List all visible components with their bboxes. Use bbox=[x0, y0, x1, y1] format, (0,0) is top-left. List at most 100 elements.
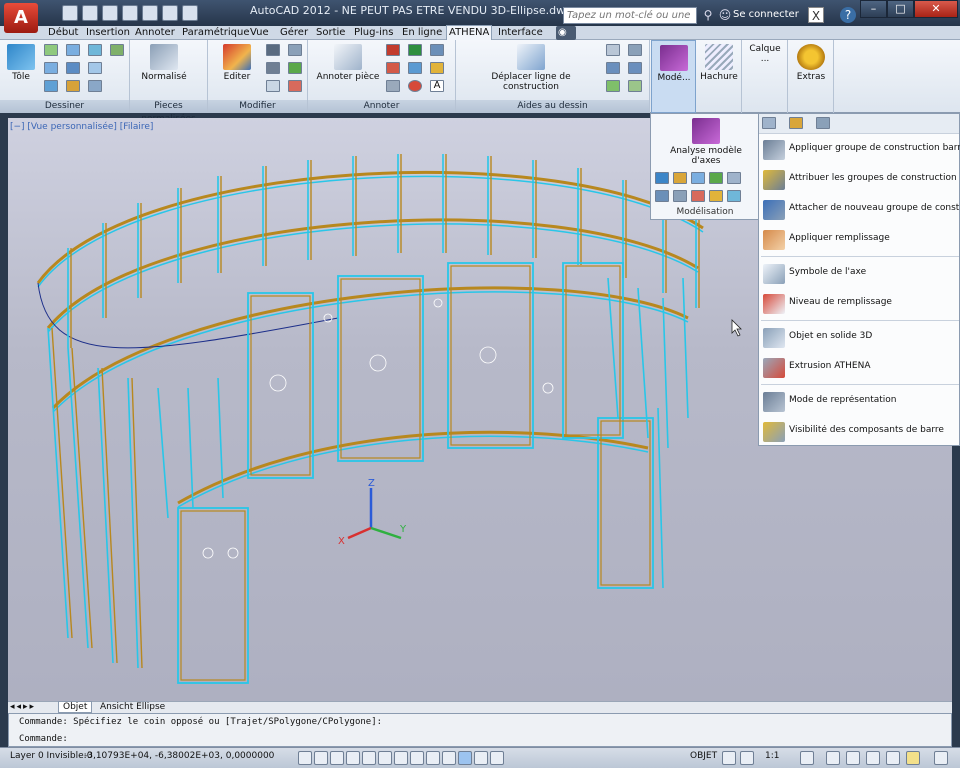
section-icon[interactable] bbox=[266, 44, 280, 56]
layout-tab-ansicht[interactable]: Ansicht Ellipse bbox=[96, 702, 169, 712]
new-file-icon[interactable] bbox=[62, 5, 78, 21]
quick-properties-icon[interactable] bbox=[490, 751, 504, 765]
grid-snap-icon[interactable] bbox=[628, 80, 642, 92]
viewport-controls-label[interactable]: [−] [Vue personnalisée] [Filaire] bbox=[10, 122, 153, 132]
tab-gerer[interactable]: Gérer bbox=[278, 26, 310, 40]
text-icon[interactable]: A bbox=[430, 80, 444, 92]
panel-title-aides[interactable]: Aides au dessin bbox=[456, 100, 649, 113]
signin-button[interactable]: Se connecter bbox=[733, 9, 799, 20]
isolate-icon[interactable] bbox=[886, 751, 900, 765]
layout-tab-objet[interactable]: Objet bbox=[58, 701, 93, 713]
tab-annoter[interactable]: Annoter bbox=[133, 26, 177, 40]
delete-icon[interactable] bbox=[288, 80, 302, 92]
deplacer-ligne-button[interactable]: Déplacer ligne de construction bbox=[466, 44, 596, 92]
copy-icon[interactable] bbox=[266, 80, 280, 92]
save-as-icon[interactable] bbox=[122, 5, 138, 21]
beam-icon[interactable] bbox=[66, 44, 80, 56]
menu-item-appliquer-groupe[interactable]: Appliquer groupe de construction barre bbox=[759, 136, 960, 164]
user-icon[interactable]: ☺ bbox=[717, 7, 733, 23]
annotation-visibility-icon[interactable] bbox=[800, 751, 814, 765]
3d-osnap-icon[interactable] bbox=[394, 751, 408, 765]
lock-icon[interactable] bbox=[846, 751, 860, 765]
tab-plugins[interactable]: Plug-ins bbox=[352, 26, 395, 40]
tab-interface[interactable]: Interface bbox=[496, 26, 545, 40]
clean-screen-icon[interactable] bbox=[934, 751, 948, 765]
join-icon[interactable] bbox=[288, 62, 302, 74]
menu-item-attribuer-groupes[interactable]: Attribuer les groupes de construction de… bbox=[759, 166, 960, 194]
transparency-icon[interactable] bbox=[474, 751, 488, 765]
menu-item-symbole-axe[interactable]: Symbole de l'axe bbox=[759, 260, 960, 288]
menu-item-extrusion[interactable]: Extrusion ATHENA bbox=[759, 354, 960, 382]
command-prompt[interactable]: Commande: bbox=[19, 734, 68, 744]
maximize-icon[interactable]: □ bbox=[887, 0, 914, 18]
application-menu-button[interactable]: A bbox=[4, 3, 38, 33]
exchange-icon[interactable]: X bbox=[808, 7, 824, 23]
stair-icon[interactable] bbox=[44, 62, 58, 74]
weld-icon[interactable] bbox=[386, 44, 400, 56]
view-icon[interactable] bbox=[628, 62, 642, 74]
print-icon[interactable] bbox=[142, 5, 158, 21]
tole-button[interactable]: Tôle bbox=[4, 44, 38, 82]
tab-vue[interactable]: Vue bbox=[248, 26, 271, 40]
tab-parametrique[interactable]: Paramétrique bbox=[180, 26, 252, 40]
hardware-acceleration-icon[interactable] bbox=[866, 751, 880, 765]
tool-4-icon[interactable] bbox=[709, 172, 723, 184]
tab-en-ligne[interactable]: En ligne bbox=[400, 26, 444, 40]
undo-icon[interactable] bbox=[162, 5, 178, 21]
snap-mode-icon[interactable] bbox=[314, 751, 328, 765]
ucs-icon[interactable] bbox=[628, 44, 642, 56]
tool-7-icon[interactable] bbox=[673, 190, 687, 202]
tab-sortie[interactable]: Sortie bbox=[314, 26, 347, 40]
spring-icon[interactable] bbox=[88, 62, 102, 74]
layout-nav-arrows[interactable]: ◂◂▸▸ bbox=[10, 702, 36, 712]
menu-tool-3-icon[interactable] bbox=[816, 117, 830, 129]
menu-item-objet-solide[interactable]: Objet en solide 3D bbox=[759, 324, 960, 352]
tool-1-icon[interactable] bbox=[655, 172, 669, 184]
menu-tool-1-icon[interactable] bbox=[762, 117, 776, 129]
tool-2-icon[interactable] bbox=[673, 172, 687, 184]
annotation-scale[interactable]: 1:1 bbox=[765, 751, 779, 761]
menu-item-attacher-groupe[interactable]: Attacher de nouveau groupe de constructi… bbox=[759, 196, 960, 224]
menu-item-niveau-remplissage[interactable]: Niveau de remplissage bbox=[759, 290, 960, 318]
dyn-icon[interactable] bbox=[442, 751, 456, 765]
wall-icon[interactable] bbox=[88, 80, 102, 92]
check-icon[interactable] bbox=[606, 80, 620, 92]
lweight-icon[interactable] bbox=[458, 751, 472, 765]
search-input[interactable] bbox=[563, 7, 697, 24]
dimension-icon[interactable] bbox=[430, 44, 444, 56]
grid-icon[interactable] bbox=[88, 44, 102, 56]
extras-button[interactable]: Extras bbox=[790, 44, 832, 82]
help-icon[interactable]: ? bbox=[840, 7, 856, 23]
panel-title-modifier[interactable]: Modifier bbox=[208, 100, 307, 113]
ortho-icon[interactable] bbox=[346, 751, 360, 765]
modele-button[interactable]: Modé... bbox=[651, 40, 696, 113]
panel-title-annoter[interactable]: Annoter bbox=[308, 100, 455, 113]
normalise-button[interactable]: Normalisé bbox=[136, 44, 192, 82]
grid-mode-icon[interactable] bbox=[330, 751, 344, 765]
workspace-icon[interactable] bbox=[826, 751, 840, 765]
tool-9-icon[interactable] bbox=[709, 190, 723, 202]
brace-icon[interactable] bbox=[66, 80, 80, 92]
marker-icon[interactable] bbox=[386, 62, 400, 74]
panel-title-pieces[interactable]: Pieces normalisées bbox=[130, 100, 207, 124]
menu-item-appliquer-remplissage[interactable]: Appliquer remplissage bbox=[759, 226, 960, 254]
quick-view-icon[interactable] bbox=[740, 751, 754, 765]
cut-icon[interactable] bbox=[266, 62, 280, 74]
polar-icon[interactable] bbox=[362, 751, 376, 765]
snap-icon[interactable] bbox=[606, 62, 620, 74]
ducs-icon[interactable] bbox=[426, 751, 440, 765]
tag-icon[interactable] bbox=[408, 62, 422, 74]
table-icon[interactable] bbox=[66, 62, 80, 74]
panel-title-dessiner[interactable]: Dessiner bbox=[0, 100, 129, 113]
split-icon[interactable] bbox=[288, 44, 302, 56]
infer-icon[interactable] bbox=[298, 751, 312, 765]
redo-icon[interactable] bbox=[182, 5, 198, 21]
plate-icon[interactable] bbox=[110, 44, 124, 56]
note-icon[interactable] bbox=[430, 62, 444, 74]
osnap-icon[interactable] bbox=[378, 751, 392, 765]
hachure-button[interactable]: Hachure bbox=[698, 44, 740, 82]
tool-6-icon[interactable] bbox=[655, 190, 669, 202]
level-icon[interactable] bbox=[408, 44, 422, 56]
menu-item-mode-representation[interactable]: Mode de représentation bbox=[759, 388, 960, 416]
minimize-icon[interactable]: – bbox=[860, 0, 887, 18]
